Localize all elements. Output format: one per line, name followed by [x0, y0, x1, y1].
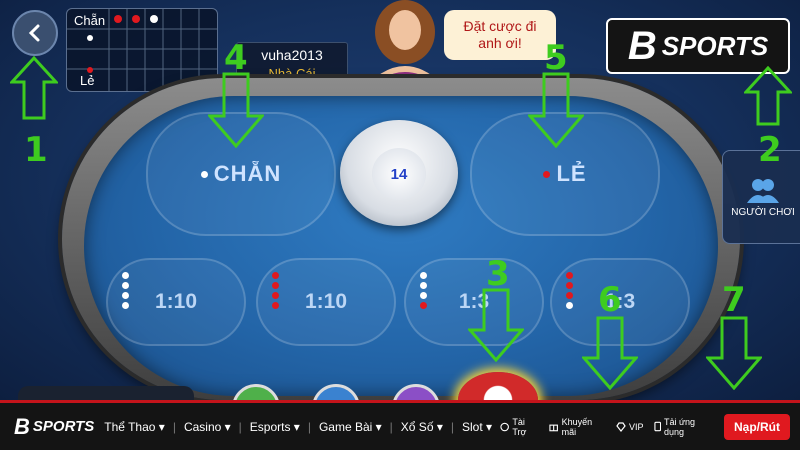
bet-4-white-dots — [122, 272, 129, 309]
annotation-number-6: 6 — [598, 280, 622, 320]
deposit-withdraw-button[interactable]: Nạp/Rút — [724, 413, 790, 440]
footer-logo-text: SPORTS — [32, 418, 95, 435]
annotation-arrow-4 — [208, 72, 264, 148]
nav-the-thao[interactable]: Thể Thao ▾ — [104, 420, 165, 434]
dealer-avatar — [370, 0, 440, 82]
link-vip-label: VIP — [629, 421, 644, 432]
bet-3-red-dots — [566, 272, 573, 309]
bet-4-red-odds: 1:10 — [304, 290, 348, 313]
annotation-arrow-6 — [582, 316, 638, 390]
annotation-arrow-1 — [10, 56, 58, 120]
footer-logo-b: B — [14, 413, 30, 439]
dice-bowl: 14 — [340, 120, 458, 226]
bet-4-white[interactable]: 1:10 — [106, 258, 246, 346]
nav-xo-so[interactable]: Xổ Số ▾ — [401, 420, 443, 434]
nav-casino-label: Casino — [183, 419, 222, 434]
nav-xo-so-label: Xổ Số — [400, 419, 434, 434]
nav-separator: | — [450, 419, 454, 434]
nav-slot[interactable]: Slot ▾ — [462, 420, 492, 434]
dealer-speech-bubble: Đặt cược đi anh ơi! — [444, 10, 556, 60]
history-row-odd: Lẻ — [80, 73, 95, 88]
nav-game-bai[interactable]: Game Bài ▾ — [319, 420, 382, 434]
gift-icon — [549, 424, 559, 431]
bet-even-label: CHẴN — [213, 161, 282, 186]
game-screen: Chẵn Lẻ vuha2013 Nhà Cái Đặt cược đi anh… — [0, 0, 800, 400]
nav-casino[interactable]: Casino ▾ — [184, 420, 231, 434]
bowl-counter: 14 — [372, 148, 426, 200]
phone-icon — [653, 421, 661, 432]
back-arrow-icon — [28, 24, 40, 42]
players-icon — [747, 178, 779, 203]
link-khuyen-mai-label: Khuyến mãi — [561, 416, 593, 437]
bet-odd-label: LẺ — [556, 161, 587, 186]
annotation-arrow-2 — [744, 66, 792, 126]
nav-esports[interactable]: Esports ▾ — [250, 420, 300, 434]
logo-sports: SPORTS — [661, 30, 769, 61]
nav-game-bai-label: Game Bài — [318, 419, 373, 434]
annotation-number-4: 4 — [224, 38, 248, 78]
odd-marker-icon — [543, 170, 551, 178]
link-khuyen-mai[interactable]: Khuyến mãi — [549, 417, 606, 437]
annotation-arrow-7 — [706, 316, 762, 390]
bet-4-red-dots — [272, 272, 279, 309]
nav-esports-label: Esports — [249, 419, 291, 434]
nav-separator: | — [389, 419, 393, 434]
logo-b: B — [627, 23, 657, 68]
link-tai-ung-dung-label: Tải ứng dụng — [663, 416, 696, 437]
bottom-left-panel — [18, 386, 194, 400]
bet-4-red[interactable]: 1:10 — [256, 258, 396, 346]
back-button[interactable] — [12, 10, 58, 56]
bet-4-white-odds: 1:10 — [154, 290, 198, 313]
players-label: NGƯỜI CHƠI — [731, 206, 795, 218]
bowl-count: 14 — [390, 165, 408, 183]
nav-the-thao-label: Thể Thao — [104, 419, 156, 434]
diamond-icon — [616, 421, 626, 432]
dealer-username: vuha2013 — [261, 47, 323, 63]
link-tai-ung-dung[interactable]: Tải ứng dụng — [653, 416, 714, 437]
annotation-arrow-5 — [528, 72, 584, 148]
bet-3-white-dots — [420, 272, 427, 309]
tag-icon — [500, 422, 509, 431]
annotation-number-5: 5 — [544, 38, 568, 78]
annotation-number-3: 3 — [486, 254, 510, 294]
link-vip[interactable]: VIP — [616, 422, 644, 432]
even-marker-icon — [200, 170, 208, 178]
site-footer-bar: B SPORTS Thể Thao ▾ | Casino ▾ | Esports ▾… — [0, 400, 800, 450]
annotation-number-7: 7 — [722, 280, 746, 320]
nav-slot-label: Slot — [461, 419, 483, 434]
annotation-number-1: 1 — [24, 130, 48, 170]
annotation-arrow-3 — [468, 288, 524, 362]
history-row-even: Chẵn — [74, 13, 106, 28]
nav-separator: | — [307, 419, 311, 434]
speech-text: Đặt cược đi anh ơi! — [463, 18, 537, 51]
footer-logo[interactable]: B SPORTS — [14, 414, 94, 440]
link-tai-tro[interactable]: Tài Trợ — [500, 417, 539, 437]
nav-separator: | — [172, 419, 176, 434]
nav-separator: | — [238, 419, 242, 434]
annotation-number-2: 2 — [758, 130, 782, 170]
link-tai-tro-label: Tài Trợ — [512, 416, 527, 437]
